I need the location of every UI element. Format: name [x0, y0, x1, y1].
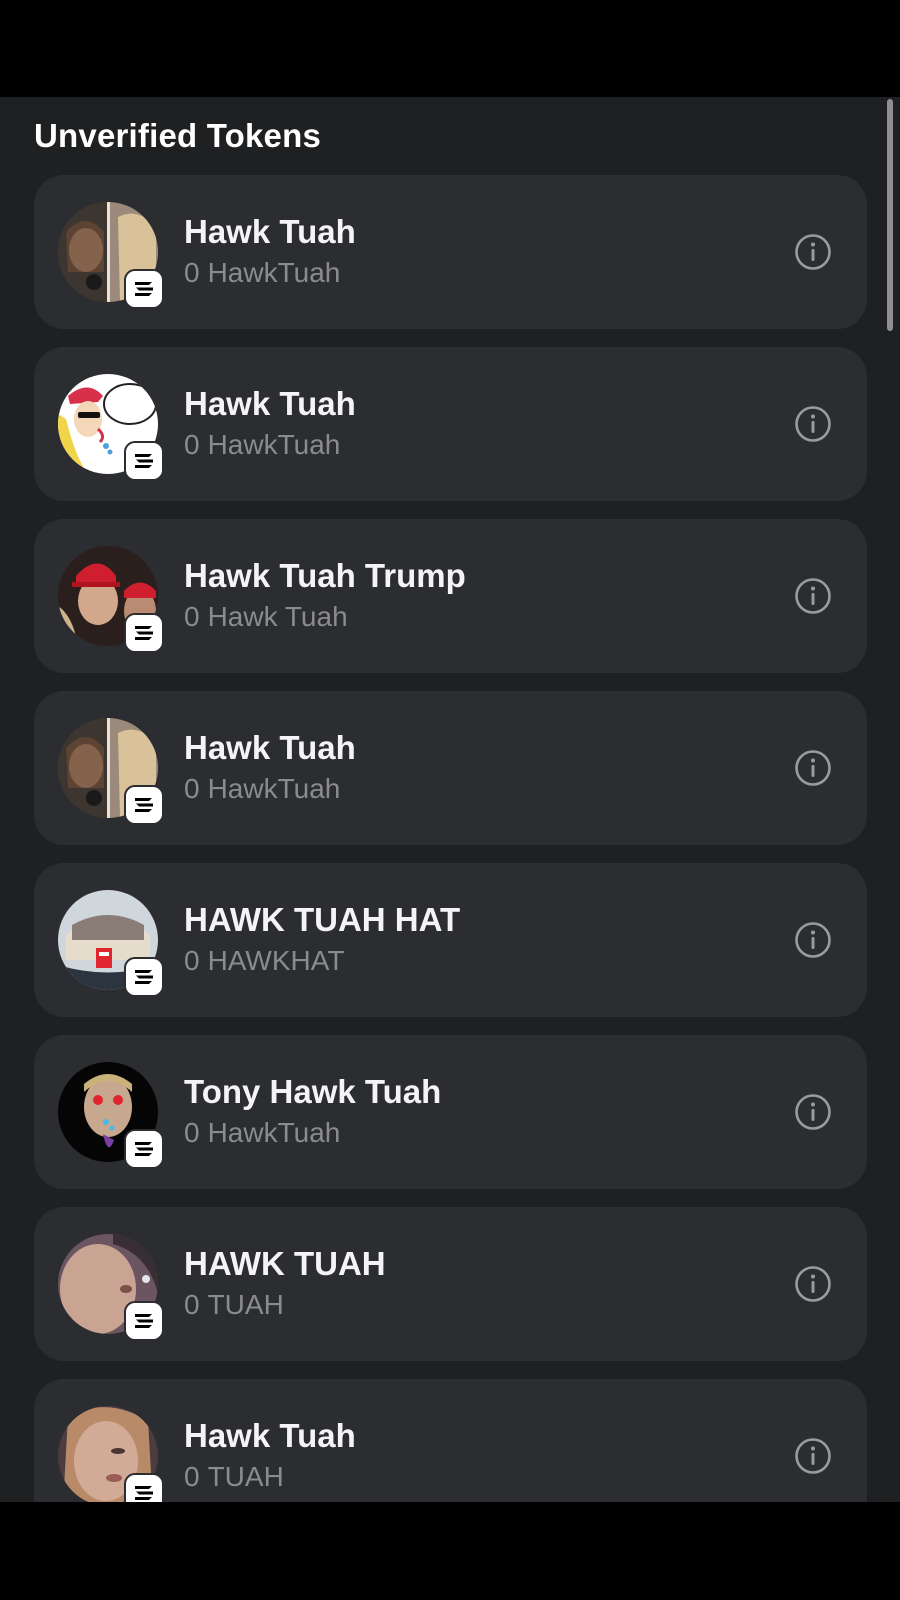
token-amount: 0: [184, 1117, 200, 1148]
token-amount: 0: [184, 945, 200, 976]
token-amount: 0: [184, 601, 200, 632]
info-icon[interactable]: [794, 405, 832, 443]
token-symbol: HawkTuah: [207, 1117, 341, 1148]
solana-icon: [124, 1129, 164, 1169]
info-icon[interactable]: [794, 749, 832, 787]
token-balance: 0 HawkTuah: [184, 1117, 340, 1149]
section-title: Unverified Tokens: [34, 117, 322, 154]
token-amount: 0: [184, 257, 200, 288]
token-symbol: TUAH: [207, 1461, 284, 1492]
token-amount: 0: [184, 429, 200, 460]
token-balance: 0 HawkTuah: [184, 429, 340, 461]
token-symbol: HawkTuah: [207, 773, 341, 804]
token-row[interactable]: Hawk Tuah 0 HawkTuah: [34, 691, 867, 845]
scroll-thumb[interactable]: [887, 99, 893, 331]
solana-icon: [124, 269, 164, 309]
info-icon[interactable]: [794, 921, 832, 959]
token-symbol: Hawk Tuah: [207, 601, 348, 632]
token-row[interactable]: HAWK TUAH HAT 0 HAWKHAT: [34, 863, 867, 1017]
token-name: Hawk Tuah: [184, 385, 356, 422]
token-name: Tony Hawk Tuah: [184, 1073, 442, 1110]
token-balance: 0 HAWKHAT: [184, 945, 344, 977]
token-amount: 0: [184, 1289, 200, 1320]
token-balance: 0 TUAH: [184, 1289, 284, 1321]
info-icon[interactable]: [794, 233, 832, 271]
home-indicator-area: [0, 1502, 900, 1600]
token-name: Hawk Tuah: [184, 213, 356, 250]
token-row[interactable]: Hawk Tuah 0 HawkTuah: [34, 347, 867, 501]
token-name: HAWK TUAH HAT: [184, 901, 461, 938]
unverified-tokens-sheet: Unverified Tokens Hawk Tuah 0 HawkTuah H…: [0, 97, 900, 1502]
token-balance: 0 Hawk Tuah: [184, 601, 348, 633]
token-amount: 0: [184, 773, 200, 804]
token-row[interactable]: Tony Hawk Tuah 0 HawkTuah: [34, 1035, 867, 1189]
token-amount: 0: [184, 1461, 200, 1492]
solana-icon: [124, 613, 164, 653]
token-symbol: HAWKHAT: [207, 945, 345, 976]
solana-icon: [124, 957, 164, 997]
solana-icon: [124, 785, 164, 825]
info-icon[interactable]: [794, 1093, 832, 1131]
token-balance: 0 HawkTuah: [184, 773, 340, 805]
token-balance: 0 TUAH: [184, 1461, 284, 1493]
status-bar: [0, 0, 900, 97]
token-name: Hawk Tuah Trump: [184, 557, 466, 594]
token-balance: 0 HawkTuah: [184, 257, 340, 289]
token-row[interactable]: HAWK TUAH 0 TUAH: [34, 1207, 867, 1361]
token-row[interactable]: Hawk Tuah 0 TUAH: [34, 1379, 867, 1502]
token-symbol: TUAH: [207, 1289, 284, 1320]
token-name: HAWK TUAH: [184, 1245, 386, 1282]
token-symbol: HawkTuah: [207, 257, 341, 288]
token-name: Hawk Tuah: [184, 729, 356, 766]
token-list: Hawk Tuah 0 HawkTuah Hawk Tuah 0 HawkTua…: [34, 175, 867, 1502]
scrollbar[interactable]: [887, 97, 896, 1502]
token-row[interactable]: Hawk Tuah 0 HawkTuah: [34, 175, 867, 329]
info-icon[interactable]: [794, 1437, 832, 1475]
token-symbol: HawkTuah: [207, 429, 341, 460]
token-row[interactable]: Hawk Tuah Trump 0 Hawk Tuah: [34, 519, 867, 673]
solana-icon: [124, 441, 164, 481]
solana-icon: [124, 1473, 164, 1502]
token-name: Hawk Tuah: [184, 1417, 356, 1454]
solana-icon: [124, 1301, 164, 1341]
info-icon[interactable]: [794, 577, 832, 615]
info-icon[interactable]: [794, 1265, 832, 1303]
